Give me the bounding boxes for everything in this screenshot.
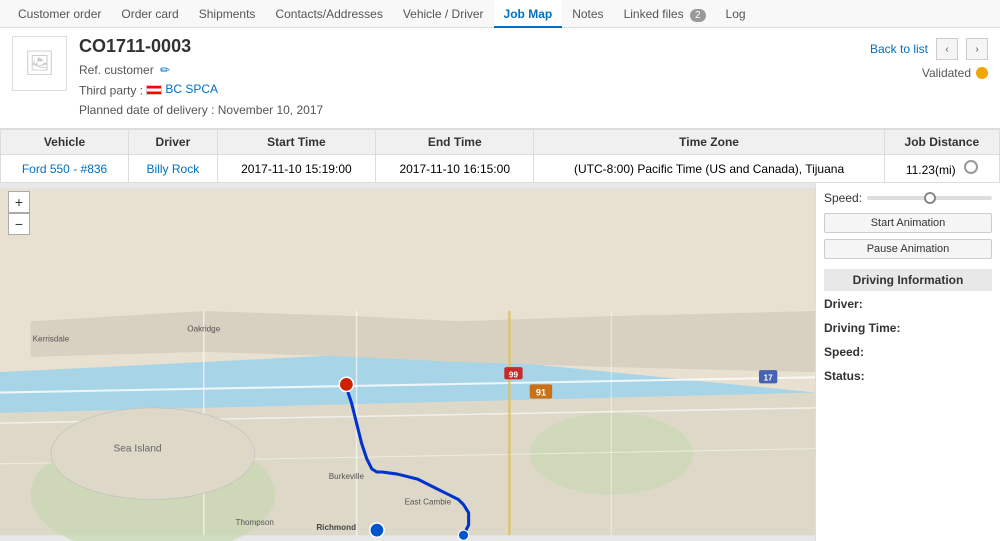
nav-job-map[interactable]: Job Map: [494, 0, 563, 28]
nav-job-map-label: Job Map: [504, 7, 553, 21]
col-time-zone: Time Zone: [534, 130, 884, 155]
third-party-badge: BC SPCA: [146, 80, 218, 99]
validated-label: Validated: [922, 66, 971, 80]
nav-log-label: Log: [726, 7, 746, 21]
driver-link[interactable]: Billy Rock: [147, 162, 200, 176]
status-label: Status:: [824, 369, 899, 383]
linked-files-badge: 2: [690, 9, 706, 22]
map-container[interactable]: + − 91: [0, 183, 815, 541]
svg-text:91: 91: [536, 388, 546, 398]
status-row: Status:: [824, 369, 992, 383]
driving-time-row: Driving Time:: [824, 321, 992, 335]
order-info: CO1711-0003 Ref. customer ✏ Third party …: [79, 36, 988, 120]
order-ref: Ref. customer ✏: [79, 61, 988, 80]
vehicle-link[interactable]: Ford 550 - #836: [22, 162, 107, 176]
speed-label: Speed:: [824, 191, 862, 205]
top-navigation: Customer order Order card Shipments Cont…: [0, 0, 1000, 28]
third-party-link[interactable]: BC SPCA: [165, 80, 218, 99]
svg-text:Sea Island: Sea Island: [113, 444, 161, 455]
nav-log[interactable]: Log: [716, 0, 756, 28]
driver-label: Driver:: [824, 297, 899, 311]
delivery-label: Planned date of delivery :: [79, 103, 214, 117]
nav-notes-label: Notes: [572, 7, 603, 21]
back-to-list-link[interactable]: Back to list: [870, 42, 928, 56]
cell-vehicle: Ford 550 - #836: [1, 155, 129, 183]
nav-notes[interactable]: Notes: [562, 0, 613, 28]
nav-order-card[interactable]: Order card: [111, 0, 188, 28]
order-header: 🖼 CO1711-0003 Ref. customer ✏ Third part…: [0, 28, 1000, 129]
order-third-party: Third party : BC SPCA: [79, 80, 988, 101]
zoom-out-button[interactable]: −: [8, 213, 30, 235]
ref-label: Ref. customer: [79, 63, 154, 77]
table-row: Ford 550 - #836 Billy Rock 2017-11-10 15…: [1, 155, 1000, 183]
cell-start-time: 2017-11-10 15:19:00: [217, 155, 375, 183]
header-actions: Back to list ‹ ›: [870, 38, 988, 60]
zoom-in-button[interactable]: +: [8, 191, 30, 213]
nav-contacts-addresses-label: Contacts/Addresses: [275, 7, 382, 21]
svg-text:Thompson: Thompson: [235, 518, 273, 527]
svg-text:17: 17: [764, 373, 774, 382]
nav-customer-order-label: Customer order: [18, 7, 101, 21]
nav-shipments[interactable]: Shipments: [189, 0, 266, 28]
order-id: CO1711-0003: [79, 36, 988, 57]
delivery-date: November 10, 2017: [218, 103, 323, 117]
edit-icon[interactable]: ✏: [160, 63, 170, 77]
speed-slider[interactable]: [867, 196, 992, 200]
pause-animation-button[interactable]: Pause Animation: [824, 239, 992, 259]
svg-text:Kerrisdale: Kerrisdale: [33, 335, 70, 344]
nav-customer-order[interactable]: Customer order: [8, 0, 111, 28]
validated-status-icon: [976, 67, 988, 79]
svg-text:Oakridge: Oakridge: [187, 325, 220, 334]
start-animation-button[interactable]: Start Animation: [824, 213, 992, 233]
col-driver: Driver: [129, 130, 218, 155]
cell-end-time: 2017-11-10 16:15:00: [376, 155, 534, 183]
driving-info-title: Driving Information: [824, 269, 992, 291]
job-table: Vehicle Driver Start Time End Time Time …: [0, 129, 1000, 183]
order-logo-icon: 🖼: [24, 49, 54, 78]
col-start-time: Start Time: [217, 130, 375, 155]
third-party-label: Third party :: [79, 84, 143, 98]
right-panel: Speed: Start Animation Pause Animation D…: [815, 183, 1000, 541]
nav-vehicle-driver-label: Vehicle / Driver: [403, 7, 484, 21]
nav-shipments-label: Shipments: [199, 7, 256, 21]
nav-vehicle-driver[interactable]: Vehicle / Driver: [393, 0, 494, 28]
bc-flag-icon: [146, 85, 162, 95]
driving-time-label: Driving Time:: [824, 321, 900, 335]
map-svg: 91 17 99 Sea Island Lulu Island Sturgeon…: [0, 183, 815, 541]
cell-driver: Billy Rock: [129, 155, 218, 183]
col-job-distance: Job Distance: [884, 130, 999, 155]
col-end-time: End Time: [376, 130, 534, 155]
svg-text:East Cambie: East Cambie: [405, 498, 452, 507]
job-distance-value: 11.23(mi): [906, 163, 956, 177]
main-content: + − 91: [0, 183, 1000, 541]
next-record-button[interactable]: ›: [966, 38, 988, 60]
speed-info-label: Speed:: [824, 345, 899, 359]
driver-info-row: Driver:: [824, 297, 992, 311]
table-header-row: Vehicle Driver Start Time End Time Time …: [1, 130, 1000, 155]
svg-text:Richmond: Richmond: [316, 523, 356, 532]
svg-text:99: 99: [509, 370, 519, 379]
order-logo: 🖼: [12, 36, 67, 91]
speed-thumb: [924, 192, 936, 204]
nav-linked-files-label: Linked files: [624, 7, 684, 21]
speed-info-row: Speed:: [824, 345, 992, 359]
nav-order-card-label: Order card: [121, 7, 178, 21]
map-controls: + −: [8, 191, 30, 235]
order-delivery-date: Planned date of delivery : November 10, …: [79, 101, 988, 120]
driving-info-section: Driving Information Driver: Driving Time…: [824, 269, 992, 393]
speed-control: Speed:: [824, 191, 992, 205]
nav-contacts-addresses[interactable]: Contacts/Addresses: [265, 0, 392, 28]
cell-job-distance: 11.23(mi): [884, 155, 999, 183]
svg-text:Burkeville: Burkeville: [329, 472, 365, 481]
validated-badge: Validated: [922, 66, 988, 80]
col-vehicle: Vehicle: [1, 130, 129, 155]
select-row-radio[interactable]: [964, 160, 978, 174]
nav-linked-files[interactable]: Linked files 2: [614, 0, 716, 28]
prev-record-button[interactable]: ‹: [936, 38, 958, 60]
cell-time-zone: (UTC-8:00) Pacific Time (US and Canada),…: [534, 155, 884, 183]
